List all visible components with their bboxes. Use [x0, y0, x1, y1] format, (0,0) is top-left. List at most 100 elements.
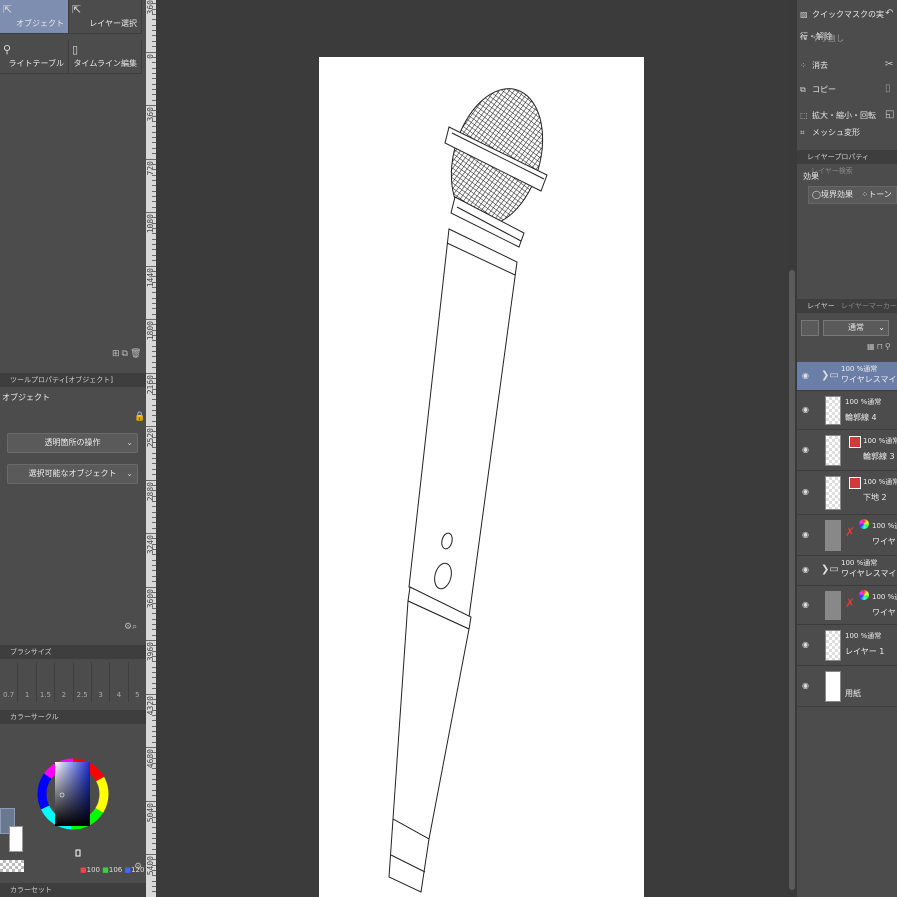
- lock-alpha-icon[interactable]: ▦: [867, 342, 877, 351]
- color-mode-icon[interactable]: ⚙: [134, 862, 142, 872]
- ruler-tick-label: 360: [146, 107, 155, 122]
- brush-size-value: 4: [116, 691, 122, 699]
- quick-mask-command[interactable]: ▨ クイックマスクの実行・解除: [800, 4, 897, 41]
- transparent-op-dropdown[interactable]: 透明箇所の操作 ⌄: [7, 433, 138, 453]
- clip-icon[interactable]: ⊓: [877, 342, 885, 351]
- visibility-eye-icon[interactable]: ◉: [802, 600, 809, 609]
- new-subtool-icon[interactable]: ⊞: [112, 349, 122, 359]
- brush-size-cell[interactable]: 4: [110, 662, 129, 702]
- brush-size-cell[interactable]: 2: [55, 662, 74, 702]
- transparent-color-swatch[interactable]: [0, 860, 24, 872]
- brush-size-value: 1: [24, 691, 30, 699]
- tone-button[interactable]: ⁘トーン: [862, 190, 892, 199]
- subtool-timeline-edit[interactable]: ▯ タイムライン編集: [69, 40, 142, 74]
- subtool-footer-icons[interactable]: ⊞⧉🗑: [112, 349, 146, 363]
- layer-thumbnail: [825, 476, 841, 510]
- brush-size-cell[interactable]: 3: [92, 662, 111, 702]
- subtool-object[interactable]: ⇱ オブジェクト: [0, 0, 69, 34]
- layer-mask-thumbnail[interactable]: [849, 436, 861, 448]
- delete-subtool-icon[interactable]: 🗑: [130, 349, 143, 359]
- brush-size-cell[interactable]: 1.5: [37, 662, 56, 702]
- mask-disabled-icon[interactable]: ✗: [845, 525, 855, 539]
- layer-row[interactable]: ◉ 100 %通常 輪郭線 3: [797, 430, 897, 471]
- layer-color-button[interactable]: [801, 320, 819, 336]
- color-layer-icon: [859, 590, 869, 600]
- brush-size-cell[interactable]: 5: [129, 662, 146, 702]
- search-icon[interactable]: ⌕: [132, 622, 137, 632]
- visibility-eye-icon[interactable]: ◉: [802, 530, 809, 539]
- border-effect-button[interactable]: ◯境界効果: [812, 190, 853, 199]
- visibility-eye-icon[interactable]: ◉: [802, 565, 809, 574]
- copy-command[interactable]: ⧉ コピー: [800, 79, 897, 101]
- sub-color-swatch[interactable]: [9, 826, 23, 852]
- lock-icon[interactable]: 🔒: [134, 412, 145, 422]
- reference-icon[interactable]: ⚲: [885, 342, 893, 351]
- tool-property-tab-label: ツールプロパティ[オブジェクト]: [10, 376, 114, 384]
- layer-row[interactable]: ◉ ✗ 100 %通常ワイヤレスマイク: [797, 586, 897, 625]
- layer-name: ワイヤレスマイク: [872, 537, 897, 546]
- ruler-mark: [146, 105, 156, 106]
- visibility-eye-icon[interactable]: ◉: [802, 681, 809, 690]
- visibility-eye-icon[interactable]: ◉: [802, 371, 809, 380]
- layer-row[interactable]: ◉ 100 %通常 輪郭線 4: [797, 391, 897, 430]
- redo-command[interactable]: ↷ やり直し: [800, 28, 897, 50]
- scrollbar-thumb[interactable]: [789, 270, 795, 890]
- subtool-layer-select[interactable]: ⇱ レイヤー選択: [69, 0, 142, 34]
- layer-thumbnail: [825, 630, 841, 661]
- layer-row[interactable]: ◉ ❯▭100 %通常ワイヤレスマイク 2: [797, 556, 897, 586]
- canvas-paper[interactable]: [319, 57, 644, 897]
- color-set-tab[interactable]: カラーセット: [0, 883, 146, 897]
- duplicate-subtool-icon[interactable]: ⧉: [122, 349, 130, 359]
- subtool-light-table[interactable]: ⚲ ライトテーブル: [0, 40, 69, 74]
- layer-row[interactable]: ◉ 100 %通常 レイヤー 1: [797, 625, 897, 666]
- layer-thumbnail: [825, 520, 841, 551]
- object-selection-icon: ⇱: [3, 3, 13, 16]
- tool-property-footer-icons[interactable]: ⚙⌕: [124, 622, 137, 632]
- mask-disabled-icon[interactable]: ✗: [845, 596, 855, 610]
- free-transform-icon[interactable]: ◱: [885, 109, 894, 120]
- blend-mode-dropdown[interactable]: 通常 ⌄: [823, 320, 889, 336]
- layer-opacity-blend: 100 %通常: [863, 437, 897, 445]
- layer-opacity-blend: 100 %通常: [863, 478, 897, 486]
- vertical-scrollbar[interactable]: [787, 0, 797, 897]
- layer-lock-icons[interactable]: ▦⊓⚲: [867, 342, 893, 351]
- brush-size-tab[interactable]: ブラシサイズ: [0, 645, 146, 659]
- brush-size-cell[interactable]: 1: [18, 662, 37, 702]
- redo-label: やり直し: [812, 34, 844, 43]
- visibility-eye-icon[interactable]: ◉: [802, 445, 809, 454]
- folder-icon[interactable]: ❯▭: [821, 370, 839, 381]
- layer-marker-tab-label[interactable]: レイヤーマーカー: [841, 302, 897, 310]
- redo-icon: ↷: [800, 34, 807, 43]
- undo-icon[interactable]: ↶: [885, 8, 893, 19]
- folder-icon[interactable]: ❯▭: [821, 564, 839, 575]
- selectable-object-dropdown[interactable]: 選択可能なオブジェクト ⌄: [7, 464, 138, 484]
- brush-size-cell[interactable]: 0.7: [0, 662, 19, 702]
- erase-command[interactable]: ⁘ 消去: [800, 55, 897, 77]
- layer-row[interactable]: ◉ 100 %通常 下地 2: [797, 471, 897, 515]
- brush-size-grid: 0.7 1 1.5 2 2.5 3 4 5: [0, 662, 146, 702]
- layer-row[interactable]: ◉ 用紙: [797, 666, 897, 707]
- layer-thumbnail: [825, 671, 841, 702]
- visibility-eye-icon[interactable]: ◉: [802, 405, 809, 414]
- layer-mask-thumbnail[interactable]: [849, 477, 861, 489]
- subtool-timeline-edit-label: タイムライン編集: [73, 59, 137, 68]
- scale-rotate-command[interactable]: ⬚ 拡大・縮小・回転: [800, 105, 897, 127]
- visibility-eye-icon[interactable]: ◉: [802, 487, 809, 496]
- paste-icon[interactable]: ▯: [885, 83, 891, 94]
- ruler-mark: [146, 212, 156, 213]
- visibility-eye-icon[interactable]: ◉: [802, 640, 809, 649]
- cut-icon[interactable]: ✂: [885, 59, 893, 70]
- color-circle-tab[interactable]: カラーサークル: [0, 710, 146, 724]
- brush-size-cell[interactable]: 2.5: [74, 662, 92, 702]
- tool-property-tab[interactable]: ツールプロパティ[オブジェクト]: [0, 373, 146, 387]
- layer-row[interactable]: ◉ ❯▭100 %通常ワイヤレスマイク 3: [797, 362, 897, 391]
- layer-property-tab[interactable]: レイヤープロパティ レイヤー検索: [797, 150, 897, 175]
- scale-rotate-icon: ⬚: [800, 111, 808, 120]
- chevron-down-icon: ⌄: [878, 323, 885, 332]
- layer-tab[interactable]: レイヤー レイヤーマーカー: [797, 299, 897, 313]
- settings-icon[interactable]: ⚙: [124, 622, 132, 632]
- color-wheel[interactable]: [30, 728, 116, 864]
- mesh-transform-label: メッシュ変形: [812, 128, 860, 137]
- layer-row[interactable]: ◉ ✗ 100 %通常ワイヤレスマイク: [797, 515, 897, 556]
- mesh-transform-command[interactable]: ⌗ メッシュ変形: [800, 127, 897, 139]
